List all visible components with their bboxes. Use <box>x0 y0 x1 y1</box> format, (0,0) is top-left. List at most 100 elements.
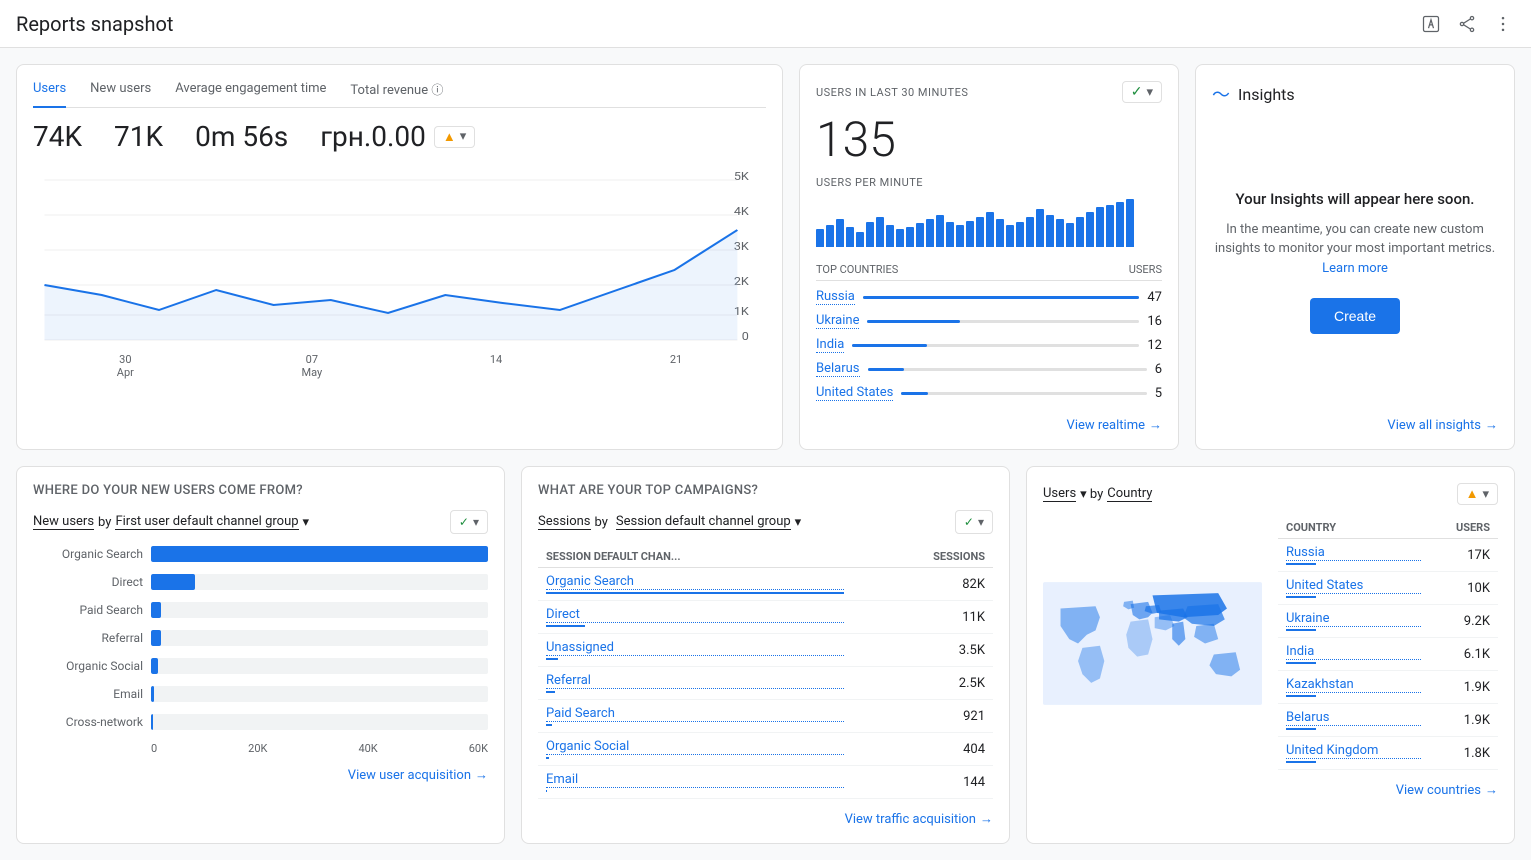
campaign-channel-link[interactable]: Unassigned <box>546 640 844 656</box>
campaign-channel-cell: Direct <box>538 601 852 634</box>
country-bar-wrap <box>868 368 1147 371</box>
realtime-bar <box>1046 215 1054 247</box>
tab-users[interactable]: Users <box>33 81 66 108</box>
country-name[interactable]: Russia <box>816 289 855 305</box>
geo-data-table: COUNTRY USERS Russia 17K United States 1… <box>1278 517 1498 770</box>
realtime-bar <box>1036 209 1044 247</box>
realtime-bar <box>956 225 964 247</box>
geo-country-link[interactable]: Ukraine <box>1286 611 1421 627</box>
campaign-channel-link[interactable]: Direct <box>546 607 844 623</box>
create-insights-button[interactable]: Create <box>1310 298 1400 334</box>
country-name[interactable]: Belarus <box>816 361 860 377</box>
channel-bar <box>546 790 547 792</box>
realtime-bar <box>1056 219 1064 247</box>
learn-more-link[interactable]: Learn more <box>1322 261 1388 276</box>
insights-trend-icon: 〜 <box>1212 81 1230 107</box>
geo-country-link[interactable]: Belarus <box>1286 710 1421 726</box>
realtime-bar <box>1026 217 1034 247</box>
geo-country-filter[interactable]: Country <box>1107 486 1152 502</box>
geo-country-link[interactable]: United States <box>1286 578 1421 594</box>
acquisition-bar-row: Cross-network <box>33 714 488 730</box>
channel-group-filter[interactable]: First user default channel group <box>115 514 298 530</box>
country-name[interactable]: Ukraine <box>816 313 859 329</box>
campaign-sessions-cell: 11K <box>852 601 993 634</box>
sessions-col-header: SESSIONS <box>852 546 993 568</box>
sessions-filter[interactable]: Sessions <box>538 514 591 530</box>
more-icon[interactable] <box>1491 12 1515 36</box>
realtime-card: USERS IN LAST 30 MINUTES ✓ ▾ 135 USERS P… <box>799 64 1179 450</box>
country-name[interactable]: United States <box>816 385 893 401</box>
campaign-channel-link[interactable]: Organic Search <box>546 574 844 590</box>
view-all-insights-link[interactable]: View all insights → <box>1212 417 1498 433</box>
view-countries-link[interactable]: View countries → <box>1043 782 1498 798</box>
realtime-bar <box>826 225 834 247</box>
realtime-bar <box>966 221 974 247</box>
acquisition-check-btn[interactable]: ✓ ▾ <box>450 510 488 534</box>
share-icon[interactable] <box>1455 12 1479 36</box>
country-bar <box>868 368 904 371</box>
revenue-info-icon[interactable]: ⓘ <box>431 83 443 97</box>
campaigns-dropdown-icon[interactable]: ▾ <box>795 515 802 530</box>
metric-tabs: Users New users Average engagement time … <box>33 81 766 108</box>
realtime-bar <box>906 227 914 247</box>
check-icon: ✓ <box>1131 84 1143 100</box>
geo-country-link[interactable]: Kazakhstan <box>1286 677 1421 693</box>
realtime-bar <box>1086 212 1094 247</box>
acquisition-card: WHERE DO YOUR NEW USERS COME FROM? New u… <box>16 466 505 844</box>
realtime-check-btn[interactable]: ✓ ▾ <box>1122 81 1162 103</box>
metrics-chart: 5K 4K 3K 2K 1K 0 <box>33 165 766 345</box>
campaign-channel-link[interactable]: Email <box>546 772 844 788</box>
filter-dropdown-icon[interactable]: ▾ <box>303 515 310 530</box>
view-user-acquisition-link[interactable]: View user acquisition → <box>33 767 488 783</box>
acquisition-filter-row: New users by First user default channel … <box>33 510 488 534</box>
realtime-bar <box>916 223 924 247</box>
country-users: 5 <box>1155 386 1162 401</box>
top-countries-label: TOP COUNTRIES <box>816 263 898 276</box>
revenue-warning-btn[interactable]: ▲ ▾ <box>434 126 475 148</box>
realtime-bar <box>836 219 844 247</box>
engagement-metric: 0m 56s <box>195 120 288 153</box>
arrow-right-icon: → <box>475 767 488 783</box>
geo-users-filter[interactable]: Users <box>1043 486 1076 502</box>
country-users: 6 <box>1155 362 1162 377</box>
acquisition-question: WHERE DO YOUR NEW USERS COME FROM? <box>33 483 488 498</box>
geo-warning-btn[interactable]: ▲ ▾ <box>1457 483 1498 505</box>
geo-country-link[interactable]: India <box>1286 644 1421 660</box>
edit-icon[interactable] <box>1419 12 1443 36</box>
acquisition-bar-row: Organic Social <box>33 658 488 674</box>
country-name[interactable]: India <box>816 337 844 353</box>
realtime-bar <box>1106 205 1114 247</box>
tab-engagement[interactable]: Average engagement time <box>175 81 326 108</box>
campaign-sessions-cell: 921 <box>852 700 993 733</box>
geo-bar <box>1286 596 1316 598</box>
tab-new-users[interactable]: New users <box>90 81 151 108</box>
insights-main-text: Your Insights will appear here soon. <box>1236 190 1475 208</box>
campaign-channel-link[interactable]: Organic Social <box>546 739 844 755</box>
realtime-bar <box>1016 222 1024 247</box>
geo-country-link[interactable]: Russia <box>1286 545 1421 561</box>
realtime-bar <box>846 227 854 247</box>
view-traffic-acquisition-link[interactable]: View traffic acquisition → <box>538 811 993 827</box>
country-bar-wrap <box>901 392 1146 395</box>
geo-bar <box>1286 761 1316 763</box>
realtime-bar <box>816 229 824 247</box>
campaign-channel-link[interactable]: Paid Search <box>546 706 844 722</box>
geo-table: COUNTRY USERS Russia 17K United States 1… <box>1278 517 1498 770</box>
acquisition-bar-fill <box>151 714 153 730</box>
realtime-bar <box>926 219 934 247</box>
geo-table-row: India 6.1K <box>1278 638 1498 671</box>
campaign-channel-link[interactable]: Referral <box>546 673 844 689</box>
acquisition-channel-label: Direct <box>33 575 143 589</box>
new-users-filter[interactable]: New users <box>33 514 94 530</box>
session-channel-filter[interactable]: Session default channel group <box>616 514 791 530</box>
geo-users-cell: 6.1K <box>1429 638 1498 671</box>
view-realtime-link[interactable]: View realtime → <box>816 417 1162 433</box>
realtime-bar <box>1116 202 1124 247</box>
campaigns-check-btn[interactable]: ✓ ▾ <box>955 510 993 534</box>
header-actions <box>1419 12 1515 36</box>
new-users-value: 71K <box>114 120 163 153</box>
geo-filter-row: Users ▾ by Country ▲ ▾ <box>1043 483 1498 505</box>
geo-country-link[interactable]: United Kingdom <box>1286 743 1421 759</box>
check-icon: ✓ <box>964 515 974 529</box>
tab-revenue[interactable]: Total revenue ⓘ <box>350 81 443 108</box>
